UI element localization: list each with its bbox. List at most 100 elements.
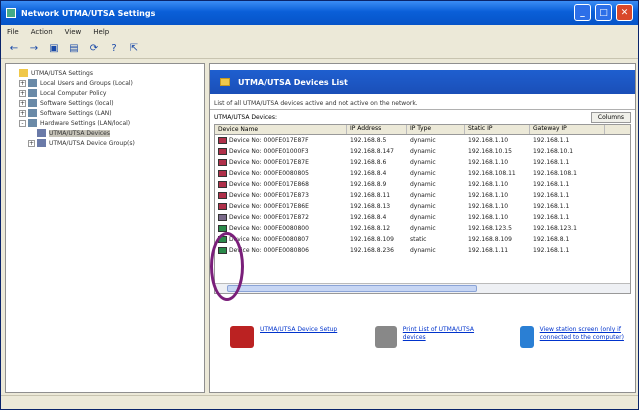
task-link-label[interactable]: UTMA/UTSA Device Setup <box>260 326 337 334</box>
export-icon[interactable]: ⇱ <box>127 42 141 55</box>
cell-static-ip: 192.168.123.5 <box>468 225 512 232</box>
cell-device-name: Device No: 000FE017E868 <box>215 181 347 188</box>
title-bar[interactable]: Network UTMA/UTSA Settings _ □ ✕ <box>1 1 638 25</box>
tree-node[interactable]: UTMA/UTSA Devices <box>8 128 202 138</box>
cell-ip-address: 192.168.8.9 <box>350 181 387 188</box>
table-row[interactable]: Device No: 000FE017E87E 192.168.8.6 dynami… <box>215 157 630 168</box>
tree-node-label: UTMA/UTSA Settings <box>31 69 93 77</box>
printer-icon[interactable] <box>375 326 397 348</box>
cell-device-name: Device No: 000FE01000F3 <box>215 148 347 155</box>
expand-toggle-icon[interactable]: - <box>19 119 26 127</box>
cell-ip-type: dynamic <box>410 148 436 155</box>
cell-device-name: Device No: 000FE017E87F <box>215 137 347 144</box>
properties-icon[interactable]: ▤ <box>67 42 81 55</box>
device-icon <box>218 225 227 232</box>
table-row[interactable]: Device No: 000FE0080807 192.168.8.109 stat… <box>215 234 630 245</box>
tree-node[interactable]: + Local Computer Policy <box>8 88 202 98</box>
cell-device-name: Device No: 000FE017E87E <box>215 159 347 166</box>
device-name-text: Device No: 000FE0080807 <box>229 236 309 243</box>
device-name-text: Device No: 000FE01000F3 <box>229 148 309 155</box>
back-icon[interactable]: ← <box>7 42 21 55</box>
tree-node-label: UTMA/UTSA Device Group(s) <box>49 139 135 147</box>
column-static-ip[interactable]: Static IP <box>465 125 530 134</box>
menu-view[interactable]: View <box>65 28 82 36</box>
task-link-2[interactable]: View station screen (only if connected t… <box>520 326 635 376</box>
cell-gateway-ip: 192.168.1.1 <box>533 137 570 144</box>
task-link-label[interactable]: Print List of UTMA/UTSA devices <box>403 326 490 342</box>
column-device-name[interactable]: Device Name <box>215 125 347 134</box>
table-row[interactable]: Device No: 000FE017E868 192.168.8.9 dynami… <box>215 179 630 190</box>
panel-description: List of all UTMA/UTSA devices active and… <box>210 94 635 110</box>
table-row[interactable]: Device No: 000FE017E872 192.168.8.4 dynami… <box>215 212 630 223</box>
device-setup-icon[interactable] <box>230 326 254 348</box>
menu-help[interactable]: Help <box>93 28 109 36</box>
forward-icon[interactable]: → <box>27 42 41 55</box>
tree-node[interactable]: + Local Users and Groups (Local) <box>8 78 202 88</box>
cell-static-ip: 192.168.1.10 <box>468 214 509 221</box>
cell-ip-type: dynamic <box>410 137 436 144</box>
cell-ip-type: dynamic <box>410 214 436 221</box>
table-row[interactable]: Device No: 000FE01000F3 192.168.8.147 dyna… <box>215 146 630 157</box>
table-row[interactable]: Device No: 000FE0080800 192.168.8.12 dynam… <box>215 223 630 234</box>
tree-node-label: Local Computer Policy <box>40 89 107 97</box>
device-icon <box>218 192 227 199</box>
columns-button[interactable]: Columns <box>590 111 631 123</box>
tree-node[interactable]: + Software Settings (local) <box>8 98 202 108</box>
tree-node-icon <box>37 139 46 147</box>
status-bar <box>1 395 638 409</box>
expand-toggle-icon[interactable]: + <box>19 109 26 117</box>
list-header-bar: UTMA/UTSA Devices: Columns <box>210 110 635 124</box>
devices-list[interactable]: Device Name IP Address IP Type Static IP… <box>214 124 631 294</box>
device-icon <box>218 170 227 177</box>
console-icon[interactable]: ▣ <box>47 42 61 55</box>
device-icon <box>218 214 227 221</box>
cell-ip-type: dynamic <box>410 225 436 232</box>
cell-ip-type: static <box>410 236 427 243</box>
cell-gateway-ip: 192.168.123.1 <box>533 225 577 232</box>
tree-node[interactable]: - Hardware Settings (LAN/local) <box>8 118 202 128</box>
table-row[interactable]: Device No: 000FE017E873 192.168.8.11 dynam… <box>215 190 630 201</box>
task-link-0[interactable]: UTMA/UTSA Device Setup <box>230 326 345 376</box>
globe-icon[interactable] <box>520 326 534 348</box>
menu-file[interactable]: File <box>7 28 19 36</box>
expand-toggle-icon[interactable]: + <box>28 139 35 147</box>
menu-action[interactable]: Action <box>31 28 53 36</box>
cell-static-ip: 192.168.108.11 <box>468 170 516 177</box>
close-button[interactable]: ✕ <box>616 4 633 21</box>
table-row[interactable]: Device No: 000FE017E87F 192.168.8.5 dynami… <box>215 135 630 146</box>
cell-gateway-ip: 192.168.10.1 <box>533 148 574 155</box>
expand-toggle-icon[interactable]: + <box>19 99 26 107</box>
expand-toggle-icon[interactable]: + <box>19 89 26 97</box>
tree-node[interactable]: + Software Settings (LAN) <box>8 108 202 118</box>
expand-toggle-icon[interactable]: + <box>19 79 26 87</box>
task-link-1[interactable]: Print List of UTMA/UTSA devices <box>375 326 490 376</box>
cell-static-ip: 192.168.1.10 <box>468 192 509 199</box>
help-icon[interactable]: ? <box>107 42 121 55</box>
column-ip-type[interactable]: IP Type <box>407 125 465 134</box>
column-ip-address[interactable]: IP Address <box>347 125 407 134</box>
maximize-button[interactable]: □ <box>595 4 612 21</box>
table-row[interactable]: Device No: 000FE0080805 192.168.8.4 dynami… <box>215 168 630 179</box>
tree-node-icon <box>37 129 46 137</box>
horizontal-scrollbar[interactable] <box>215 283 630 293</box>
scrollbar-thumb[interactable] <box>227 285 477 292</box>
table-row[interactable]: Device No: 000FE017E86E 192.168.8.13 dynam… <box>215 201 630 212</box>
column-gateway-ip[interactable]: Gateway IP <box>530 125 605 134</box>
task-links: UTMA/UTSA Device Setup Print List of UTMA… <box>210 326 635 376</box>
minimize-button[interactable]: _ <box>574 4 591 21</box>
cell-gateway-ip: 192.168.1.1 <box>533 214 570 221</box>
cell-device-name: Device No: 000FE017E86E <box>215 203 347 210</box>
refresh-icon[interactable]: ⟳ <box>87 42 101 55</box>
device-name-text: Device No: 000FE017E873 <box>229 192 309 199</box>
tree-node[interactable]: + UTMA/UTSA Device Group(s) <box>8 138 202 148</box>
task-link-label[interactable]: View station screen (only if connected t… <box>540 326 635 342</box>
cell-gateway-ip: 192.168.1.1 <box>533 247 570 254</box>
table-row[interactable]: Device No: 000FE0080806 192.168.8.236 dyna… <box>215 245 630 256</box>
device-name-text: Device No: 000FE0080805 <box>229 170 309 177</box>
cell-gateway-ip: 192.168.108.1 <box>533 170 577 177</box>
device-name-text: Device No: 000FE017E868 <box>229 181 309 188</box>
cell-static-ip: 192.168.1.10 <box>468 159 509 166</box>
device-name-text: Device No: 000FE017E87F <box>229 137 309 144</box>
list-title: UTMA/UTSA Devices: <box>214 113 278 121</box>
tree-node[interactable]: UTMA/UTSA Settings <box>8 68 202 78</box>
